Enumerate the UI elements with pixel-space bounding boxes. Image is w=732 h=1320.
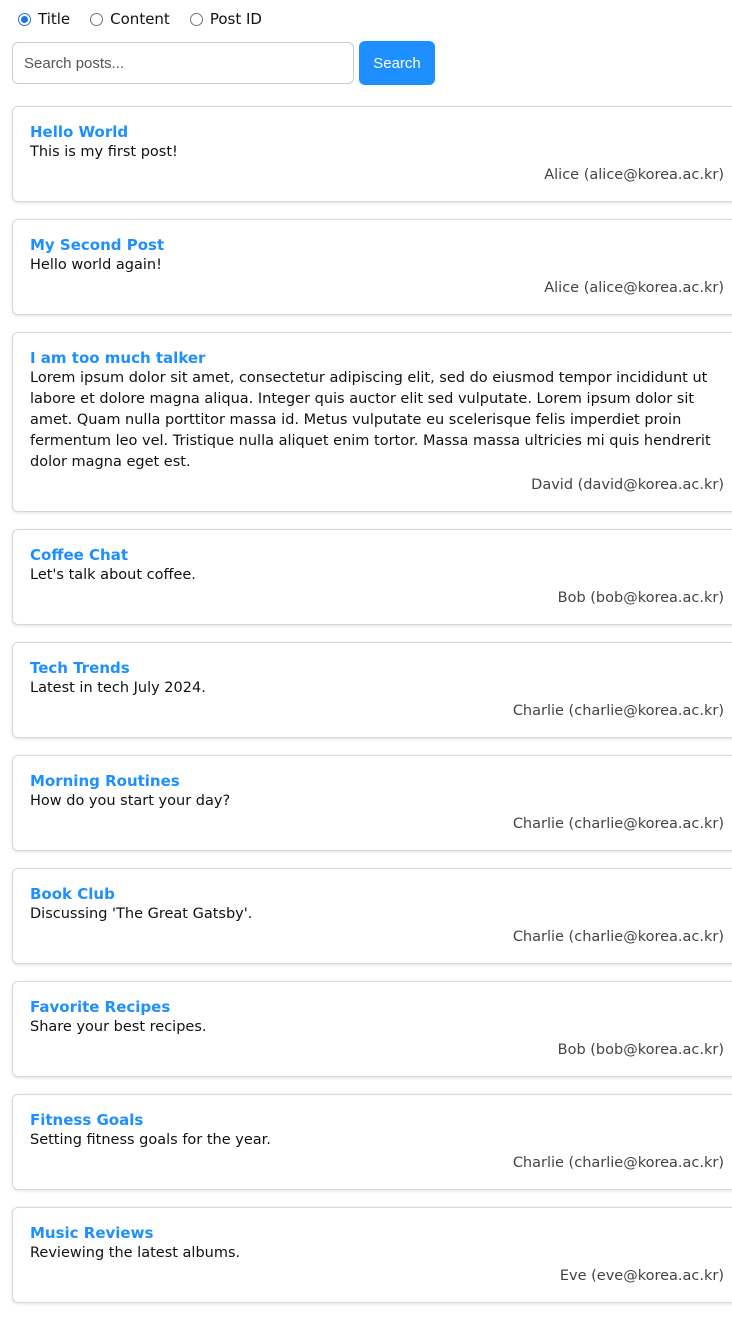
search-mode-group: Title Content Post ID xyxy=(18,8,282,30)
post-title[interactable]: Music Reviews xyxy=(30,1223,732,1243)
post-card[interactable]: Morning Routines How do you start your d… xyxy=(12,755,732,851)
post-content: Discussing 'The Great Gatsby'. xyxy=(30,906,253,922)
post-content: This is my first post! xyxy=(30,144,178,160)
radio-title-indicator[interactable] xyxy=(18,12,31,26)
radio-post-id-indicator[interactable] xyxy=(189,12,203,26)
radio-content-label: Content xyxy=(110,10,170,28)
radio-post-id-label: Post ID xyxy=(209,10,262,28)
post-title[interactable]: Fitness Goals xyxy=(30,1110,732,1130)
post-card[interactable]: Music Reviews Reviewing the latest album… xyxy=(12,1207,732,1303)
radio-title-label: Title xyxy=(38,10,71,28)
post-card[interactable]: Fitness Goals Setting fitness goals for … xyxy=(12,1094,732,1190)
post-author: Alice (alice@korea.ac.kr) xyxy=(544,167,724,183)
post-card[interactable]: Tech Trends Latest in tech July 2024. Ch… xyxy=(12,642,732,738)
post-content: Reviewing the latest albums. xyxy=(30,1245,241,1261)
post-author: Charlie (charlie@korea.ac.kr) xyxy=(512,1155,724,1171)
post-content: Lorem ipsum dolor sit amet, consectetur … xyxy=(30,370,711,470)
radio-option-post-id[interactable]: Post ID xyxy=(189,10,262,28)
post-author: David (david@korea.ac.kr) xyxy=(531,477,724,493)
search-input[interactable] xyxy=(12,42,354,84)
post-author: Charlie (charlie@korea.ac.kr) xyxy=(512,929,724,945)
post-author: Eve (eve@korea.ac.kr) xyxy=(559,1268,724,1284)
post-author: Bob (bob@korea.ac.kr) xyxy=(557,590,724,606)
post-card[interactable]: Coffee Chat Let's talk about coffee. Bob… xyxy=(12,529,732,625)
post-content: Let's talk about coffee. xyxy=(30,567,196,583)
post-content: Setting fitness goals for the year. xyxy=(30,1132,271,1148)
post-author: Charlie (charlie@korea.ac.kr) xyxy=(512,703,724,719)
radio-option-content[interactable]: Content xyxy=(90,10,170,28)
post-card[interactable]: Favorite Recipes Share your best recipes… xyxy=(12,981,732,1077)
post-author: Alice (alice@korea.ac.kr) xyxy=(544,280,724,296)
post-card[interactable]: I am too much talker Lorem ipsum dolor s… xyxy=(12,332,732,512)
search-bar: Search xyxy=(12,41,435,85)
post-content: Share your best recipes. xyxy=(30,1019,207,1035)
post-card[interactable]: Book Club Discussing 'The Great Gatsby'.… xyxy=(12,868,732,964)
post-author: Bob (bob@korea.ac.kr) xyxy=(557,1042,724,1058)
search-button[interactable]: Search xyxy=(359,41,435,85)
post-title[interactable]: Hello World xyxy=(30,122,732,142)
post-content: How do you start your day? xyxy=(30,793,231,809)
post-title[interactable]: Morning Routines xyxy=(30,771,732,791)
post-title[interactable]: Favorite Recipes xyxy=(30,997,732,1017)
post-title[interactable]: Coffee Chat xyxy=(30,545,732,565)
post-title[interactable]: Book Club xyxy=(30,884,732,904)
post-card[interactable]: Hello World This is my first post! Alice… xyxy=(12,106,732,202)
post-title[interactable]: Tech Trends xyxy=(30,658,732,678)
radio-content-indicator[interactable] xyxy=(90,12,104,26)
post-title[interactable]: I am too much talker xyxy=(30,348,732,368)
radio-option-title[interactable]: Title xyxy=(18,10,70,28)
post-list: Hello World This is my first post! Alice… xyxy=(12,106,732,1320)
post-card[interactable]: My Second Post Hello world again! Alice … xyxy=(12,219,732,315)
post-title[interactable]: My Second Post xyxy=(30,235,732,255)
post-content: Hello world again! xyxy=(30,257,162,273)
post-author: Charlie (charlie@korea.ac.kr) xyxy=(512,816,724,832)
post-content: Latest in tech July 2024. xyxy=(30,680,206,696)
